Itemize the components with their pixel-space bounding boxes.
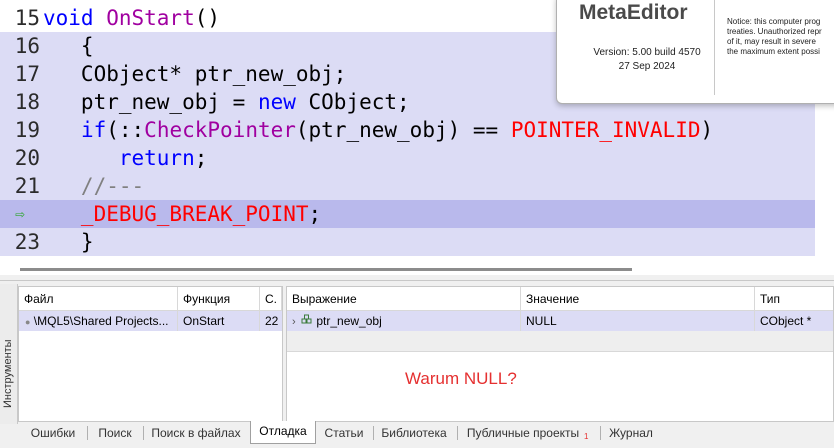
callstack-function[interactable]: OnStart [178,311,260,331]
tab-debug[interactable]: Отладка [250,421,316,444]
watch-type[interactable]: CObject * [755,311,833,331]
tab-search[interactable]: Поиск [92,423,138,443]
code-token: OnStart [106,6,195,30]
code-token: ; [194,146,208,170]
editor-hscroll-thumb[interactable] [20,268,632,271]
code-token: (:: [106,118,145,142]
code-line[interactable]: 20 return; [0,144,815,172]
tab-separator [373,426,374,440]
code-text: { [43,32,94,60]
about-date: 27 Sep 2024 [618,61,676,72]
code-token: CheckPointer [144,118,296,142]
panel-divider [0,280,834,281]
code-text: return; [43,144,208,172]
tab-errors[interactable]: Ошибки [24,423,82,443]
col-header-function[interactable]: Функция [178,287,260,311]
code-text: } [43,228,94,256]
code-token: { [43,34,94,58]
notice-line: of it, may result in severe [727,37,816,46]
notice-line: treaties. Unauthorized repr [727,27,822,36]
col-header-expression[interactable]: Выражение [287,287,521,311]
code-token: _DEBUG_BREAK_POINT [43,202,309,226]
code-line[interactable]: 19 if(::CheckPointer(ptr_new_obj) == POI… [0,116,815,144]
tab-separator [600,426,601,440]
expand-chevron-icon[interactable]: › [292,316,296,328]
code-token: void [43,6,107,30]
about-divider [714,0,715,95]
code-text: ptr_new_obj = new CObject; [43,88,410,116]
variable-icon [299,311,313,331]
tab-separator [143,426,144,440]
toolbox-side-label[interactable]: Инструменты [2,339,16,408]
code-token: POINTER_INVALID [510,118,701,142]
callstack-file-cell[interactable]: ● \MQL5\Shared Projects... [19,311,178,331]
about-version: Version: 5.00 build 4570 [593,47,701,58]
code-token: } [43,230,94,254]
code-text: //--- [43,172,144,200]
watch-table: Выражение Значение Тип › ptr_new_obj NUL… [286,286,834,425]
line-number: 21 [14,174,40,198]
about-notice: Notice: this computer prog treaties. Una… [727,17,834,57]
code-token: CObject* ptr_new_obj; [43,62,347,86]
tab-library[interactable]: Библиотека [378,423,450,443]
code-token: if [80,118,107,142]
code-token: ; [308,202,322,226]
code-line[interactable]: 21 //--- [0,172,815,200]
line-number: 20 [14,146,40,170]
watch-expression-cell[interactable]: › ptr_new_obj [287,311,521,331]
line-number: 18 [14,90,40,114]
code-token: new [257,90,296,114]
notice-line: Notice: this computer prog [727,17,821,26]
about-title: MetaEditor [579,1,688,24]
code-text: if(::CheckPointer(ptr_new_obj) == POINTE… [43,116,713,144]
tab-separator [457,426,458,440]
line-number: 19 [14,118,40,142]
line-number: 16 [14,34,40,58]
code-token: () [194,6,221,30]
col-header-type[interactable]: Тип [755,287,833,311]
line-number: 15 [14,6,40,30]
tab-articles[interactable]: Статьи [320,423,368,443]
code-token: CObject; [295,90,410,114]
code-token: ptr_new_obj = [43,90,258,114]
tab-search-in-files[interactable]: Поиск в файлах [148,423,244,443]
code-text: CObject* ptr_new_obj; [43,60,347,88]
tab-public-projects[interactable]: Публичные проекты [462,423,584,443]
tab-badge: 1 [584,432,589,441]
call-stack-table: Файл Функция С. ● \MQL5\Shared Projects.… [18,286,283,425]
notice-line: the maximum extent possi [727,47,820,56]
line-number: 17 [14,62,40,86]
tab-journal[interactable]: Журнал [605,423,657,443]
watch-expression: ptr_new_obj [316,314,382,328]
watch-new-row[interactable] [287,331,833,352]
col-header-line[interactable]: С. [260,287,282,311]
callstack-line[interactable]: 22 [260,311,282,331]
code-token: (ptr_new_obj) == [295,118,511,142]
about-dialog: MetaEditor Version: 5.00 build 4570 27 S… [556,0,834,104]
bullet-icon: ● [25,317,31,327]
watch-value[interactable]: NULL [521,311,755,331]
code-token: ) [700,118,714,142]
code-line[interactable]: 23 } [0,228,815,256]
code-text: void OnStart() [43,4,220,32]
line-number: 23 [14,230,40,254]
code-token: return [118,146,195,170]
code-token: //--- [43,174,145,198]
col-header-value[interactable]: Значение [521,287,755,311]
code-line[interactable]: ⇨ _DEBUG_BREAK_POINT; [0,200,815,228]
code-text: _DEBUG_BREAK_POINT; [43,200,321,228]
current-line-arrow-icon: ⇨ [15,204,25,223]
callstack-file: \MQL5\Shared Projects... [33,314,169,328]
annotation-text: Warum NULL? [405,369,517,388]
col-header-file[interactable]: Файл [19,287,178,311]
tab-separator [87,426,88,440]
